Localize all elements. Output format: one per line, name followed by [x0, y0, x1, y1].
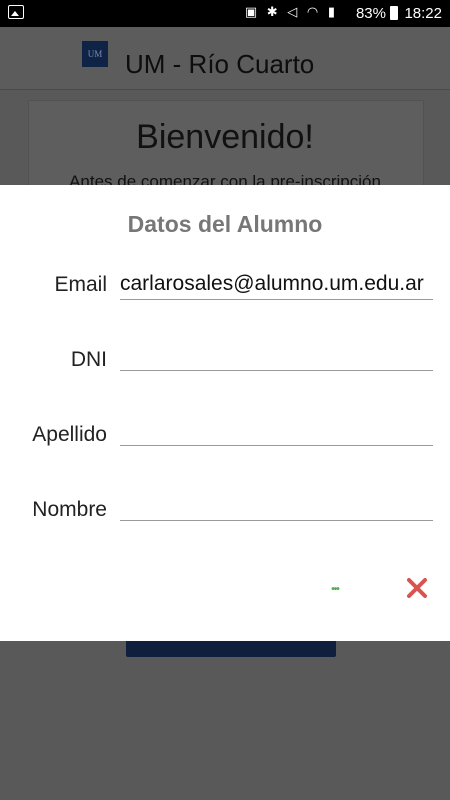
more-options-button[interactable]: ••• [320, 578, 350, 600]
dni-field[interactable] [120, 339, 433, 371]
email-field[interactable] [120, 268, 433, 300]
app-bar: UM UM - Río Cuarto [0, 27, 450, 90]
welcome-heading: Bienvenido! [136, 118, 314, 156]
more-dots-icon: ••• [331, 584, 339, 595]
status-bar: ▣ ✱ ◁ ◠ ▮ 83% 18:22 [0, 0, 450, 27]
close-button[interactable] [403, 574, 431, 602]
app-title: UM - Río Cuarto [125, 49, 315, 79]
apellido-field[interactable] [120, 414, 433, 446]
status-icons: ▣ ✱ ◁ ◠ ▮ [244, 4, 338, 19]
app-logo: UM [82, 41, 108, 67]
image-icon [8, 5, 24, 19]
email-label: Email [54, 273, 107, 296]
clock: 18:22 [404, 5, 442, 22]
close-icon [407, 578, 427, 598]
nombre-label: Nombre [32, 498, 107, 521]
student-data-dialog: Datos del Alumno Email DNI Apellido Nomb… [0, 185, 450, 641]
nombre-field[interactable] [120, 489, 433, 521]
battery-icon [390, 6, 398, 20]
dni-label: DNI [70, 348, 107, 371]
dialog-title: Datos del Alumno [127, 211, 323, 237]
apellido-label: Apellido [32, 423, 107, 446]
battery-percent: 83% [355, 5, 386, 22]
